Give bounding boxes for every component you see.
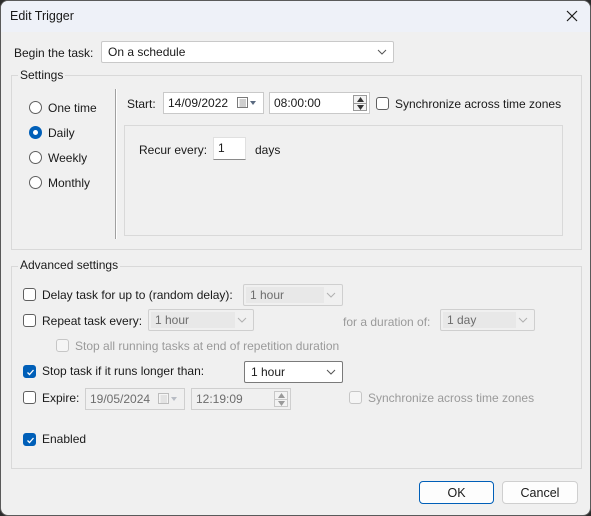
delay-task-dropdown[interactable]: 1 hour (243, 284, 343, 306)
duration-dropdown[interactable]: 1 day (440, 309, 535, 331)
stop-long-task-dropdown[interactable]: 1 hour (244, 361, 343, 383)
spin-up-icon (357, 97, 364, 102)
radio-weekly-label: Weekly (48, 151, 88, 165)
expire-sync-timezones-checkbox[interactable] (349, 391, 362, 404)
calendar-icon (237, 97, 256, 108)
dialog-title: Edit Trigger (10, 9, 74, 23)
expire-label: Expire: (42, 391, 80, 405)
radio-one-time[interactable] (29, 101, 42, 114)
chevron-down-icon (326, 369, 336, 375)
spin-down-icon (278, 401, 285, 406)
start-time-value: 08:00:00 (274, 96, 321, 110)
start-time-spinner[interactable] (353, 95, 367, 111)
begin-task-dropdown[interactable]: On a schedule (101, 41, 394, 63)
recurrence-panel (124, 125, 563, 236)
radio-daily[interactable] (29, 126, 42, 139)
delay-task-checkbox[interactable] (23, 288, 36, 301)
close-icon (566, 10, 578, 22)
expire-time-input[interactable]: 12:19:09 (191, 388, 291, 410)
delay-task-value: 1 hour (250, 288, 285, 302)
spin-up-icon (278, 393, 285, 398)
start-date-value: 14/09/2022 (168, 96, 229, 110)
radio-monthly[interactable] (29, 176, 42, 189)
calendar-icon (158, 393, 177, 404)
advanced-settings-title: Advanced settings (18, 258, 121, 272)
repeat-task-value: 1 hour (155, 313, 190, 327)
sync-timezones-checkbox[interactable] (376, 97, 389, 110)
radio-weekly[interactable] (29, 151, 42, 164)
checkmark-icon (27, 369, 34, 376)
ok-button[interactable]: OK (419, 481, 494, 504)
radio-monthly-label: Monthly (48, 176, 91, 190)
stop-all-tasks-checkbox[interactable] (56, 339, 69, 352)
stop-long-task-value: 1 hour (251, 365, 286, 379)
repeat-task-checkbox[interactable] (23, 314, 36, 327)
start-label: Start: (127, 97, 156, 111)
chevron-down-icon (377, 49, 387, 55)
sync-timezones-label: Synchronize across time zones (395, 97, 562, 111)
expire-date-value: 19/05/2024 (90, 392, 151, 406)
chevron-down-icon (326, 292, 336, 298)
repeat-task-label: Repeat task every: (42, 314, 143, 328)
expire-date-picker[interactable]: 19/05/2024 (85, 388, 185, 410)
begin-task-value: On a schedule (108, 45, 186, 59)
recur-every-label: Recur every: (139, 143, 208, 157)
radio-daily-label: Daily (48, 126, 75, 140)
repeat-task-dropdown[interactable]: 1 hour (148, 309, 254, 331)
enabled-label: Enabled (42, 432, 87, 446)
chevron-down-icon (237, 317, 247, 323)
edit-trigger-dialog: Edit Trigger Begin the task: On a schedu… (0, 0, 591, 516)
start-date-picker[interactable]: 14/09/2022 (163, 92, 264, 114)
expire-sync-timezones-label: Synchronize across time zones (368, 391, 535, 405)
delay-task-label: Delay task for up to (random delay): (42, 288, 233, 302)
recur-every-input[interactable]: 1 (213, 137, 246, 160)
recur-every-value: 1 (218, 141, 225, 155)
spin-down-icon (357, 105, 364, 110)
settings-group-title: Settings (18, 68, 66, 82)
duration-label: for a duration of: (343, 315, 431, 329)
expire-time-spinner[interactable] (274, 391, 288, 407)
title-bar: Edit Trigger (1, 1, 590, 32)
cancel-button[interactable]: Cancel (502, 481, 578, 504)
expire-checkbox[interactable] (23, 391, 36, 404)
close-button[interactable] (560, 4, 584, 28)
recur-unit-label: days (255, 143, 281, 157)
begin-task-label: Begin the task: (14, 46, 94, 60)
stop-long-task-checkbox[interactable] (23, 365, 36, 378)
duration-value: 1 day (447, 313, 477, 327)
start-time-input[interactable]: 08:00:00 (269, 92, 370, 114)
expire-time-value: 12:19:09 (196, 392, 243, 406)
radio-one-time-label: One time (48, 101, 97, 115)
enabled-checkbox[interactable] (23, 433, 36, 446)
stop-all-tasks-label: Stop all running tasks at end of repetit… (75, 339, 340, 353)
stop-long-task-label: Stop task if it runs longer than: (42, 364, 205, 378)
checkmark-icon (27, 437, 34, 444)
chevron-down-icon (518, 317, 528, 323)
settings-divider (115, 89, 117, 239)
